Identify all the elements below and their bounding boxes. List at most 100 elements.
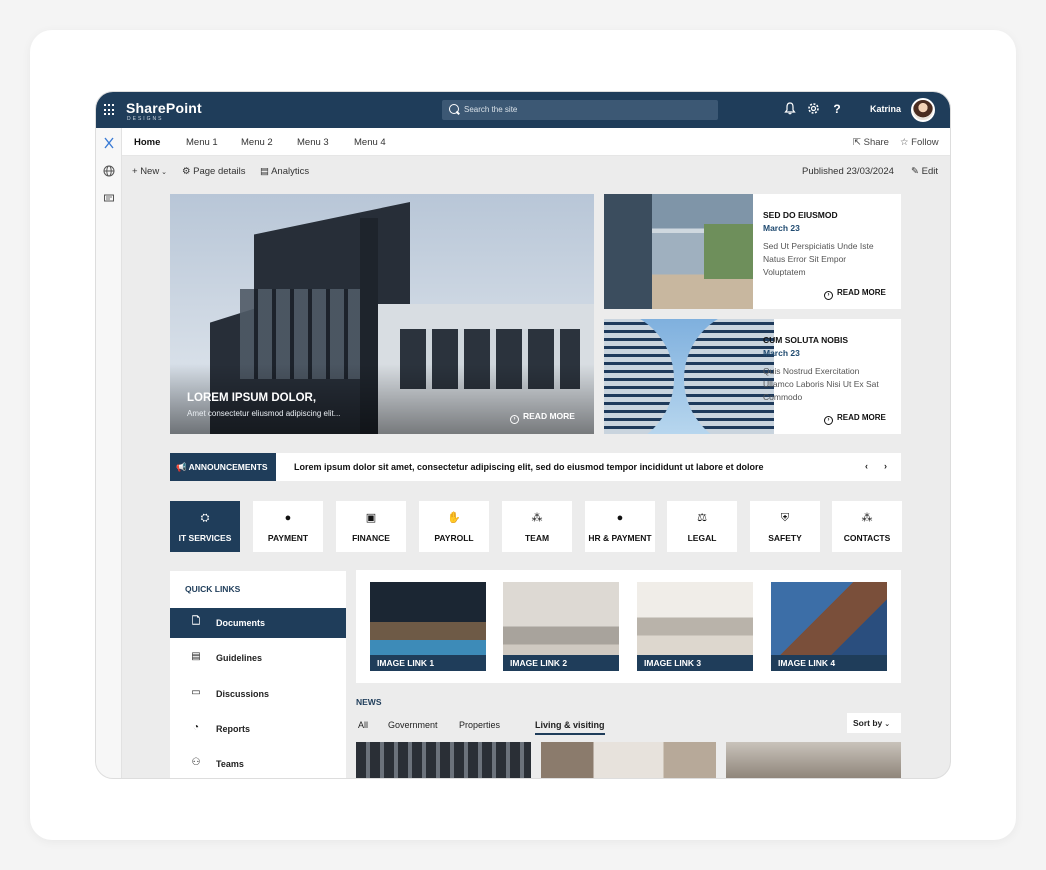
sharepoint-home-icon[interactable] — [103, 137, 115, 149]
tile-hr-payment[interactable]: ● HR & PAYMENT — [585, 501, 655, 552]
tile-safety[interactable]: ⛨ SAFETY — [750, 501, 820, 552]
tile-it-services[interactable]: ⛭ IT SERVICES — [170, 501, 240, 552]
menu-1[interactable]: Menu 1 — [186, 137, 218, 148]
follow-button[interactable]: ☆ Follow — [900, 137, 939, 148]
avatar[interactable] — [911, 98, 935, 122]
card-title: CUM SOLUTA NOBIS — [763, 335, 848, 345]
tile-label: TEAM — [524, 533, 550, 543]
page-details-label: Page details — [193, 166, 246, 177]
card-read-more-label: READ MORE — [837, 413, 886, 422]
finance-icon: ▣ — [365, 512, 377, 524]
brand-logo[interactable]: SharePoint — [126, 100, 202, 116]
card-read-more-label: READ MORE — [837, 288, 886, 297]
card-read-more[interactable]: › READ MORE — [824, 288, 886, 300]
tab-properties[interactable]: Properties — [459, 720, 500, 730]
tile-label: PAYMENT — [267, 533, 309, 543]
image-link-label: IMAGE LINK 2 — [503, 655, 619, 671]
edit-label: Edit — [921, 166, 938, 177]
arrow-circle-icon: › — [824, 291, 833, 300]
tile-label: PAYROLL — [434, 533, 474, 543]
card-date: March 23 — [763, 348, 800, 358]
contacts-icon: ⁂ — [861, 512, 873, 524]
page-details-button[interactable]: ⚙ Page details — [182, 166, 245, 177]
card-read-more[interactable]: › READ MORE — [824, 413, 886, 425]
tile-legal[interactable]: ⚖ LEGAL — [667, 501, 737, 552]
new-button[interactable]: + New ⌄ — [132, 166, 167, 177]
news-thumbnail[interactable] — [541, 742, 716, 778]
tile-label: HR & PAYMENT — [588, 533, 652, 543]
hero-subtitle: Amet consectetur eliusmod adipiscing eli… — [187, 409, 341, 418]
next-announcement-button[interactable]: › — [884, 461, 887, 471]
share-label: Share — [863, 137, 889, 148]
quick-links-panel: QUICK LINKS 🗋 Documents ▤ Guidelines ▭ D… — [170, 571, 346, 778]
image-link-1[interactable]: IMAGE LINK 1 — [370, 582, 486, 671]
quick-link-label: Reports — [216, 724, 251, 734]
gear-icon[interactable] — [806, 102, 820, 116]
quick-link-documents[interactable]: 🗋 Documents — [170, 608, 346, 638]
app-launcher-icon[interactable] — [104, 104, 116, 116]
card-body: Sed Ut Perspiciatis Unde Iste Natus Erro… — [763, 241, 874, 277]
news-title: NEWS — [356, 697, 382, 707]
search-input[interactable]: Search the site — [442, 100, 718, 120]
card-date: March 23 — [763, 223, 800, 233]
tab-government[interactable]: Government — [388, 720, 438, 730]
image-link-3[interactable]: IMAGE LINK 3 — [637, 582, 753, 671]
image-link-2[interactable]: IMAGE LINK 2 — [503, 582, 619, 671]
tile-payroll[interactable]: ✋ PAYROLL — [419, 501, 489, 552]
quick-link-discussions[interactable]: ▭ Discussions — [170, 679, 346, 709]
tile-payment[interactable]: ● PAYMENT — [253, 501, 323, 552]
quick-link-label: Documents — [216, 618, 266, 628]
hand-money-icon: ✋ — [447, 512, 461, 524]
quick-link-teams[interactable]: ⚇ Teams — [170, 749, 346, 778]
document-icon: 🗋 — [191, 616, 201, 627]
announcement-text[interactable]: Lorem ipsum dolor sit amet, consectetur … — [294, 462, 764, 472]
gavel-icon: ⚖ — [697, 512, 707, 524]
news-thumbnail[interactable] — [726, 742, 901, 778]
follow-label: Follow — [911, 137, 939, 148]
star-icon: ☆ — [900, 137, 912, 148]
pie-chart-icon: ◔ — [192, 722, 200, 733]
pencil-icon: ✎ — [911, 166, 922, 177]
analytics-icon: ▤ — [260, 166, 272, 177]
tab-all[interactable]: All — [358, 720, 368, 730]
menu-home[interactable]: Home — [134, 137, 160, 148]
news-card[interactable]: CUM SOLUTA NOBIS March 23 Quis Nostrud E… — [604, 319, 901, 434]
quick-link-label: Guidelines — [216, 653, 263, 663]
quick-link-reports[interactable]: ◔ Reports — [170, 714, 346, 744]
menu-2[interactable]: Menu 2 — [241, 137, 273, 148]
tile-finance[interactable]: ▣ FINANCE — [336, 501, 406, 552]
image-link-4[interactable]: IMAGE LINK 4 — [771, 582, 887, 671]
news-thumbnail[interactable] — [356, 742, 531, 778]
news-card[interactable]: SED DO EIUSMOD March 23 Sed Ut Perspicia… — [604, 194, 901, 309]
architecture-image — [604, 319, 774, 434]
people-icon: ⚇ — [191, 757, 201, 768]
tile-contacts[interactable]: ⁂ CONTACTS — [832, 501, 902, 552]
announcements-label-text: ANNOUNCEMENTS — [188, 462, 268, 472]
site-menu: Home Menu 1 Menu 2 Menu 3 Menu 4 ⇱ Share… — [122, 128, 950, 156]
user-name[interactable]: Katrina — [870, 104, 901, 114]
tile-label: IT SERVICES — [178, 533, 232, 543]
quick-link-guidelines[interactable]: ▤ Guidelines — [170, 643, 346, 673]
tile-team[interactable]: ⁂ TEAM — [502, 501, 572, 552]
team-icon: ⁂ — [531, 512, 543, 524]
share-icon: ⇱ — [853, 137, 864, 148]
image-links-panel: IMAGE LINK 1 IMAGE LINK 2 IMAGE LINK 3 I… — [356, 570, 901, 683]
image-link-label: IMAGE LINK 3 — [637, 655, 753, 671]
hero-banner[interactable]: LOREM IPSUM DOLOR, Amet consectetur eliu… — [170, 194, 594, 434]
globe-icon[interactable] — [103, 165, 115, 177]
menu-4[interactable]: Menu 4 — [354, 137, 386, 148]
help-icon[interactable]: ? — [830, 102, 844, 116]
news-feed-icon[interactable] — [103, 192, 115, 204]
hero-read-more-label: READ MORE — [523, 411, 575, 421]
edit-button[interactable]: ✎ Edit — [911, 166, 938, 177]
chevron-down-icon: ⌄ — [882, 721, 891, 728]
sort-by-dropdown[interactable]: Sort by ⌄ — [847, 713, 901, 733]
prev-announcement-button[interactable]: ‹ — [865, 461, 868, 471]
tab-living-visiting[interactable]: Living & visiting — [535, 720, 605, 735]
card-body: Quis Nostrud Exercitation Ullamco Labori… — [763, 366, 879, 402]
hero-read-more[interactable]: › READ MORE — [510, 411, 575, 424]
bell-icon[interactable] — [783, 102, 797, 116]
analytics-button[interactable]: ▤ Analytics — [260, 166, 309, 177]
menu-3[interactable]: Menu 3 — [297, 137, 329, 148]
share-button[interactable]: ⇱ Share — [853, 137, 889, 148]
